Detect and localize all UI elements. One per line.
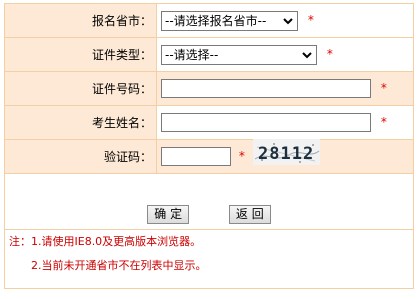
- captcha-input[interactable]: [161, 147, 231, 166]
- required-mark: *: [307, 13, 314, 27]
- notes-row: 注：1.请使用IE8.0及更高版本浏览器。 2.当前未开通省市不在列表中显示。: [4, 229, 414, 289]
- name-row: 考生姓名： *: [4, 105, 414, 140]
- id-number-row: 证件号码： *: [4, 71, 414, 106]
- button-cell: 确 定 返 回: [4, 173, 414, 230]
- required-mark: *: [238, 149, 245, 163]
- captcha-image-text: 28112: [258, 144, 314, 164]
- id-number-input[interactable]: [161, 79, 371, 98]
- name-cell: *: [156, 105, 414, 140]
- id-type-row: 证件类型： --请选择-- *: [4, 37, 414, 72]
- province-label: 报名省市：: [4, 3, 157, 38]
- province-cell: --请选择报名省市-- *: [156, 3, 414, 38]
- note-line-2: 2.当前未开通省市不在列表中显示。: [31, 259, 207, 272]
- confirm-button[interactable]: 确 定: [147, 205, 190, 224]
- captcha-image[interactable]: 28112: [252, 138, 320, 165]
- exam-login-form: 报名省市： --请选择报名省市-- * 证件类型： --请选择-- * 证件号码…: [4, 3, 414, 289]
- required-mark: *: [326, 47, 333, 61]
- id-number-cell: *: [156, 71, 414, 106]
- back-button[interactable]: 返 回: [228, 205, 271, 224]
- captcha-row: 验证码： * 28112: [4, 138, 414, 174]
- province-row: 报名省市： --请选择报名省市-- *: [4, 3, 414, 38]
- notes-cell: 注：1.请使用IE8.0及更高版本浏览器。 2.当前未开通省市不在列表中显示。: [4, 229, 414, 289]
- province-select-value: --请选择报名省市--: [165, 13, 267, 28]
- note-line-1: 注：1.请使用IE8.0及更高版本浏览器。: [9, 235, 202, 248]
- id-type-cell: --请选择-- *: [156, 37, 414, 72]
- id-number-label: 证件号码：: [4, 71, 157, 106]
- captcha-label: 验证码：: [4, 139, 157, 174]
- chevron-down-icon: [300, 48, 314, 62]
- required-mark: *: [380, 115, 387, 129]
- captcha-cell: * 28112: [156, 138, 414, 174]
- id-type-select-value: --请选择--: [165, 47, 219, 62]
- province-select[interactable]: --请选择报名省市--: [161, 10, 298, 31]
- required-mark: *: [380, 81, 387, 95]
- id-type-select[interactable]: --请选择--: [161, 44, 317, 65]
- id-type-label: 证件类型：: [4, 37, 157, 72]
- name-input[interactable]: [161, 113, 371, 132]
- name-label: 考生姓名：: [4, 105, 157, 140]
- button-row: 确 定 返 回: [4, 173, 414, 230]
- chevron-down-icon: [281, 14, 295, 28]
